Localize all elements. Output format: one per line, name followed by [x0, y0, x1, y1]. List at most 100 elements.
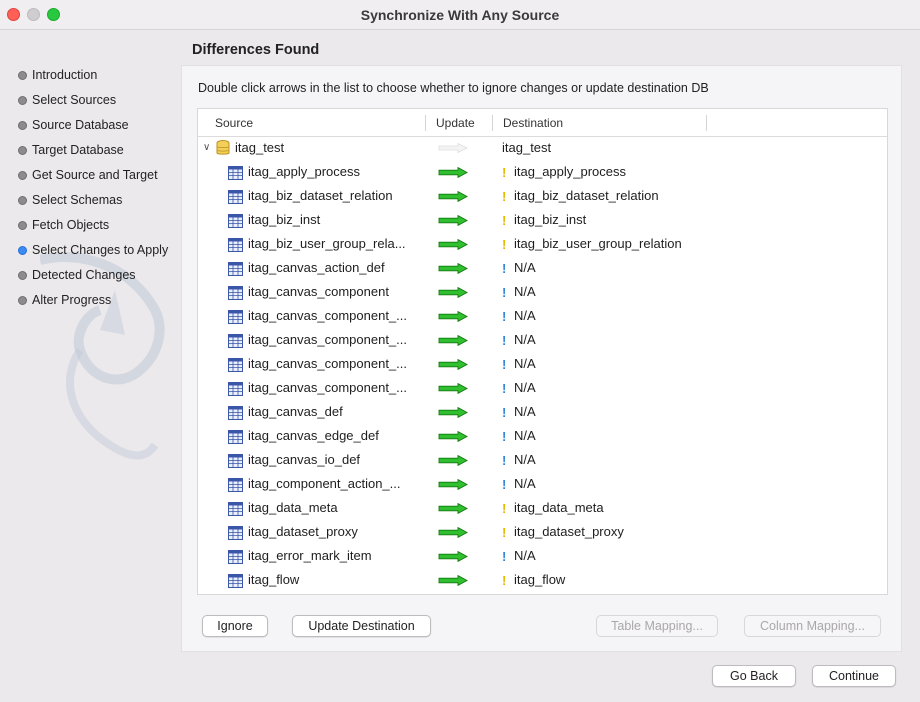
table-icon — [228, 478, 243, 492]
wizard-step: Target Database — [18, 143, 168, 168]
table-row[interactable]: itag_canvas_edge_def! N/A — [198, 425, 887, 449]
column-divider[interactable] — [425, 115, 426, 131]
wizard-step-label: Alter Progress — [32, 293, 112, 307]
wizard-step: Alter Progress — [18, 293, 168, 318]
step-bullet-icon — [18, 171, 27, 180]
destination-table-name: itag_apply_process — [514, 164, 627, 179]
source-table-name: itag_canvas_component_... — [248, 308, 407, 323]
differences-list[interactable]: Source Update Destination ∨ itag_test it… — [197, 108, 888, 595]
continue-button[interactable]: Continue — [812, 665, 896, 687]
table-icon — [228, 238, 243, 252]
destination-table-name: N/A — [514, 548, 536, 563]
update-arrow-icon[interactable] — [438, 407, 468, 418]
wizard-step-label: Fetch Objects — [32, 218, 110, 232]
table-row[interactable]: itag_flow! itag_flow — [198, 569, 887, 593]
wizard-step-label: Detected Changes — [32, 268, 136, 282]
column-divider[interactable] — [492, 115, 493, 131]
update-arrow-icon[interactable] — [438, 335, 468, 346]
sync-wizard-window: Synchronize With Any Source Introduction… — [0, 0, 920, 702]
table-icon — [228, 502, 243, 516]
table-row[interactable]: itag_biz_user_group_rela...! itag_biz_use… — [198, 233, 887, 257]
info-icon: ! — [502, 453, 507, 468]
step-bullet-icon — [18, 196, 27, 205]
destination-table-name: N/A — [514, 428, 536, 443]
source-table-name: itag_canvas_component — [248, 284, 389, 299]
step-bullet-icon — [18, 96, 27, 105]
destination-table-name: N/A — [514, 404, 536, 419]
table-icon — [228, 454, 243, 468]
update-arrow-icon[interactable] — [438, 191, 468, 202]
warning-icon: ! — [502, 237, 507, 252]
schema-source-name: itag_test — [235, 140, 285, 155]
go-back-button[interactable]: Go Back — [712, 665, 796, 687]
update-arrow-icon[interactable] — [438, 359, 468, 370]
update-arrow-icon[interactable] — [438, 527, 468, 538]
update-arrow-icon[interactable] — [438, 239, 468, 250]
update-arrow-icon[interactable] — [438, 263, 468, 274]
destination-table-name: N/A — [514, 476, 536, 491]
table-mapping-button[interactable]: Table Mapping... — [596, 615, 718, 637]
update-arrow-icon[interactable] — [438, 479, 468, 490]
schema-row[interactable]: ∨ itag_test itag_test — [198, 137, 887, 161]
table-row[interactable]: itag_apply_process! itag_apply_process — [198, 161, 887, 185]
list-header: Source Update Destination — [198, 109, 887, 137]
table-row[interactable]: itag_data_meta! itag_data_meta — [198, 497, 887, 521]
table-row[interactable]: itag_component_action_...! N/A — [198, 473, 887, 497]
update-arrow-icon[interactable] — [438, 287, 468, 298]
update-arrow-icon[interactable] — [438, 215, 468, 226]
wizard-step: Source Database — [18, 118, 168, 143]
table-row[interactable]: itag_dataset_proxy! itag_dataset_proxy — [198, 521, 887, 545]
update-arrow-icon[interactable] — [438, 311, 468, 322]
table-icon — [228, 214, 243, 228]
destination-table-name: itag_flow — [514, 572, 566, 587]
source-table-name: itag_apply_process — [248, 164, 361, 179]
update-arrow-icon[interactable] — [438, 431, 468, 442]
column-mapping-button[interactable]: Column Mapping... — [744, 615, 881, 637]
wizard-step: Get Source and Target — [18, 168, 168, 193]
update-arrow-icon[interactable] — [438, 455, 468, 466]
info-icon: ! — [502, 309, 507, 324]
table-row[interactable]: itag_canvas_action_def! N/A — [198, 257, 887, 281]
faded-arrow-icon[interactable] — [438, 143, 468, 153]
column-header-update[interactable]: Update — [436, 116, 475, 130]
warning-icon: ! — [502, 501, 507, 516]
table-row[interactable]: itag_canvas_component! N/A — [198, 281, 887, 305]
column-header-source[interactable]: Source — [215, 116, 253, 130]
table-row[interactable]: itag_error_mark_item! N/A — [198, 545, 887, 569]
destination-table-name: itag_biz_dataset_relation — [514, 188, 659, 203]
table-row[interactable]: itag_biz_dataset_relation! itag_biz_datas… — [198, 185, 887, 209]
update-destination-button[interactable]: Update Destination — [292, 615, 431, 637]
chevron-down-icon[interactable]: ∨ — [203, 142, 210, 153]
table-row[interactable]: itag_canvas_component_...! N/A — [198, 305, 887, 329]
update-arrow-icon[interactable] — [438, 383, 468, 394]
table-row[interactable]: itag_biz_inst! itag_biz_inst — [198, 209, 887, 233]
column-header-destination[interactable]: Destination — [503, 116, 563, 130]
update-arrow-icon[interactable] — [438, 575, 468, 586]
warning-icon: ! — [502, 189, 507, 204]
step-bullet-icon — [18, 271, 27, 280]
update-arrow-icon[interactable] — [438, 167, 468, 178]
update-arrow-icon[interactable] — [438, 551, 468, 562]
table-row[interactable]: itag_canvas_component_...! N/A — [198, 353, 887, 377]
table-row[interactable]: itag_canvas_def! N/A — [198, 401, 887, 425]
wizard-steps-list: Introduction Select Sources Source Databas… — [18, 68, 168, 318]
wizard-step: Select Schemas — [18, 193, 168, 218]
source-table-name: itag_component_action_... — [248, 476, 401, 491]
instruction-text: Double click arrows in the list to choos… — [198, 81, 709, 95]
destination-table-name: N/A — [514, 380, 536, 395]
source-table-name: itag_canvas_edge_def — [248, 428, 379, 443]
source-table-name: itag_biz_dataset_relation — [248, 188, 393, 203]
warning-icon: ! — [502, 165, 507, 180]
update-arrow-icon[interactable] — [438, 503, 468, 514]
table-row[interactable]: itag_canvas_component_...! N/A — [198, 329, 887, 353]
info-icon: ! — [502, 333, 507, 348]
source-table-name: itag_canvas_component_... — [248, 356, 407, 371]
table-icon — [228, 286, 243, 300]
table-row[interactable]: itag_canvas_io_def! N/A — [198, 449, 887, 473]
wizard-step: Fetch Objects — [18, 218, 168, 243]
table-icon — [228, 334, 243, 348]
destination-table-name: N/A — [514, 308, 536, 323]
column-divider[interactable] — [706, 115, 707, 131]
ignore-button[interactable]: Ignore — [202, 615, 268, 637]
table-row[interactable]: itag_canvas_component_...! N/A — [198, 377, 887, 401]
